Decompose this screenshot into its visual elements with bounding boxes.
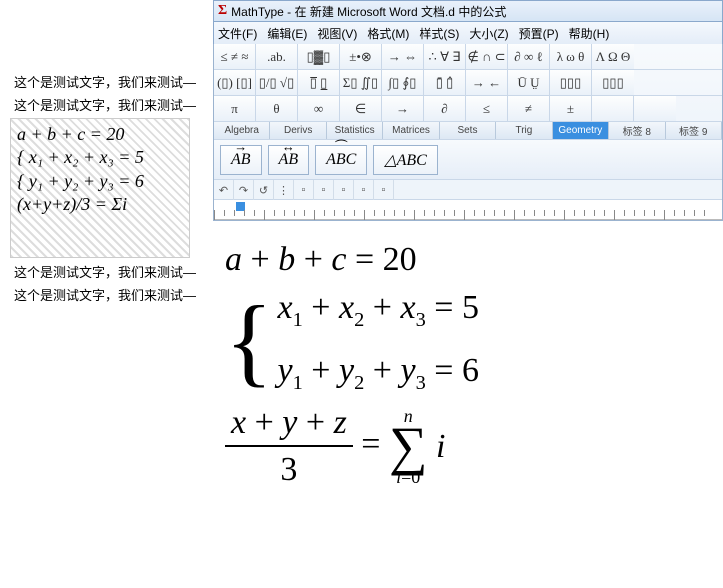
tab-derivs[interactable]: Derivs xyxy=(270,122,326,139)
tab-sets[interactable]: Sets xyxy=(440,122,496,139)
quick-empty[interactable] xyxy=(634,96,676,121)
sample-text: 这个是测试文字，我们来测试— xyxy=(0,283,213,306)
quick-arrow[interactable]: → xyxy=(382,96,424,121)
palette-spaces[interactable]: .ab. xyxy=(256,44,298,69)
quick-le[interactable]: ≤ xyxy=(466,96,508,121)
palette-logic[interactable]: ∴ ∀ ∃ xyxy=(424,44,466,69)
slot-icon[interactable]: ▫ xyxy=(354,180,374,200)
menu-prefs[interactable]: 预置(P) xyxy=(519,25,559,42)
palette-set[interactable]: ∉ ∩ ⊂ xyxy=(466,44,508,69)
palette-bars[interactable]: ▯̅ ▯̲ xyxy=(298,70,340,95)
quick-pm[interactable]: ± xyxy=(550,96,592,121)
template-line-ab[interactable]: ↔AB xyxy=(268,145,310,175)
embedded-formula-object[interactable]: a + b + c = 20 { x₁ + x₂ + x₃ = 5 { y₁ +… xyxy=(10,118,190,258)
reset-icon[interactable]: ↺ xyxy=(254,180,274,200)
category-tabs: Algebra Derivs Statistics Matrices Sets … xyxy=(214,122,722,140)
tab-matrices[interactable]: Matrices xyxy=(383,122,439,139)
palette-matrices[interactable]: ▯▯▯ xyxy=(550,70,592,95)
palette-misc[interactable]: ∂ ∞ ℓ xyxy=(508,44,550,69)
palette-sums[interactable]: Σ▯ ∬▯ xyxy=(340,70,382,95)
palette-embellish[interactable]: ▯▓▯ xyxy=(298,44,340,69)
palette-overbars[interactable]: ▯̄ ▯̂ xyxy=(424,70,466,95)
palette-operators[interactable]: ±•⊗ xyxy=(340,44,382,69)
palette-relations[interactable]: ≤ ≠ ≈ xyxy=(214,44,256,69)
menu-size[interactable]: 大小(Z) xyxy=(469,25,508,42)
sample-text: 这个是测试文字，我们来测试— xyxy=(0,93,213,116)
template-triangle-abc[interactable]: △ABC xyxy=(373,145,438,175)
sample-text: 这个是测试文字，我们来测试— xyxy=(0,260,213,283)
quick-empty[interactable] xyxy=(592,96,634,121)
template-arc-abc[interactable]: ⏜ABC xyxy=(315,145,367,175)
menu-style[interactable]: 样式(S) xyxy=(419,25,459,42)
window-title: MathType - 在 新建 Microsoft Word 文档.d 中的公式 xyxy=(231,3,506,20)
slot-icon[interactable]: ▫ xyxy=(294,180,314,200)
palette-labeled-arrows[interactable]: → ← xyxy=(466,70,508,95)
mathtype-window: Σ MathType - 在 新建 Microsoft Word 文档.d 中的… xyxy=(213,0,723,588)
sample-text: 这个是测试文字，我们来测试— xyxy=(0,70,213,93)
quick-partial[interactable]: ∂ xyxy=(424,96,466,121)
menu-icon[interactable]: ⋮ xyxy=(274,180,294,200)
toolbar-row-3: π θ ∞ ∈ → ∂ ≤ ≠ ± xyxy=(214,96,722,122)
title-bar[interactable]: Σ MathType - 在 新建 Microsoft Word 文档.d 中的… xyxy=(213,0,723,22)
app-icon: Σ xyxy=(218,3,227,19)
palette-greek-upper[interactable]: Λ Ω Θ xyxy=(592,44,634,69)
tab-8[interactable]: 标签 8 xyxy=(609,122,665,139)
palette-fractions[interactable]: ▯/▯ √▯ xyxy=(256,70,298,95)
toolbar-row-1: ≤ ≠ ≈ .ab. ▯▓▯ ±•⊗ → ⇔ ∴ ∀ ∃ ∉ ∩ ⊂ ∂ ∞ ℓ… xyxy=(214,44,722,70)
palette-under-over[interactable]: Ū Ṳ xyxy=(508,70,550,95)
quick-pi[interactable]: π xyxy=(214,96,256,121)
ruler[interactable] xyxy=(214,200,722,220)
menu-view[interactable]: 视图(V) xyxy=(317,25,357,42)
palette-arrows[interactable]: → ⇔ xyxy=(382,44,424,69)
menu-format[interactable]: 格式(M) xyxy=(367,25,409,42)
template-vector-ab[interactable]: →AB xyxy=(220,145,262,175)
geometry-templates: →AB ↔AB ⏜ABC △ABC xyxy=(214,140,722,180)
quick-element[interactable]: ∈ xyxy=(340,96,382,121)
menu-help[interactable]: 帮助(H) xyxy=(569,25,610,42)
palette-integrals[interactable]: ∫▯ ∮▯ xyxy=(382,70,424,95)
symbol-toolbar: ≤ ≠ ≈ .ab. ▯▓▯ ±•⊗ → ⇔ ∴ ∀ ∃ ∉ ∩ ⊂ ∂ ∞ ℓ… xyxy=(213,44,723,221)
toolbar-row-2: (▯) [▯] ▯/▯ √▯ ▯̅ ▯̲ Σ▯ ∬▯ ∫▯ ∮▯ ▯̄ ▯̂ →… xyxy=(214,70,722,96)
undo-icon[interactable]: ↶ xyxy=(214,180,234,200)
equation-system: { x1 + x2 + x3 = 5 y1 + y2 + y3 = 6 xyxy=(225,285,711,398)
quick-theta[interactable]: θ xyxy=(256,96,298,121)
palette-greek-lower[interactable]: λ ω θ xyxy=(550,44,592,69)
equation-editor[interactable]: a + b + c = 20 { x1 + x2 + x3 = 5 y1 + y… xyxy=(213,221,723,509)
slot-icon[interactable]: ▫ xyxy=(374,180,394,200)
tab-statistics[interactable]: Statistics xyxy=(327,122,383,139)
menu-file[interactable]: 文件(F) xyxy=(218,25,257,42)
redo-icon[interactable]: ↷ xyxy=(234,180,254,200)
palette-boxes[interactable]: ▯▯▯ xyxy=(592,70,634,95)
slot-icon[interactable]: ▫ xyxy=(334,180,354,200)
tab-9[interactable]: 标签 9 xyxy=(666,122,722,139)
palette-fences[interactable]: (▯) [▯] xyxy=(214,70,256,95)
quick-ne[interactable]: ≠ xyxy=(508,96,550,121)
equation-fraction-sum: x + y + z 3 = n ∑ i=0 i xyxy=(225,400,711,494)
tab-trig[interactable]: Trig xyxy=(496,122,552,139)
menu-bar: 文件(F) 编辑(E) 视图(V) 格式(M) 样式(S) 大小(Z) 预置(P… xyxy=(213,22,723,44)
tab-geometry[interactable]: Geometry xyxy=(553,122,609,139)
quick-infinity[interactable]: ∞ xyxy=(298,96,340,121)
edit-toolbar: ↶ ↷ ↺ ⋮ ▫ ▫ ▫ ▫ ▫ xyxy=(214,180,722,200)
equation-line-1: a + b + c = 20 xyxy=(225,237,711,283)
menu-edit[interactable]: 编辑(E) xyxy=(267,25,307,42)
slot-icon[interactable]: ▫ xyxy=(314,180,334,200)
tab-algebra[interactable]: Algebra xyxy=(214,122,270,139)
word-document-pane: 这个是测试文字，我们来测试— 这个是测试文字，我们来测试— a + b + c … xyxy=(0,0,213,588)
